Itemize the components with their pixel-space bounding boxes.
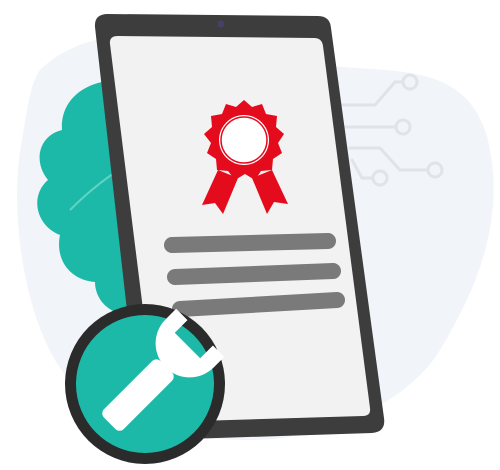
text-line-placeholder xyxy=(172,292,345,317)
camera-dot xyxy=(217,20,225,28)
wrench-badge xyxy=(65,304,225,464)
text-line-placeholder xyxy=(167,263,341,285)
text-line-placeholder xyxy=(164,233,336,253)
illustration-canvas xyxy=(0,0,500,470)
certificate-repair-illustration xyxy=(17,14,494,464)
